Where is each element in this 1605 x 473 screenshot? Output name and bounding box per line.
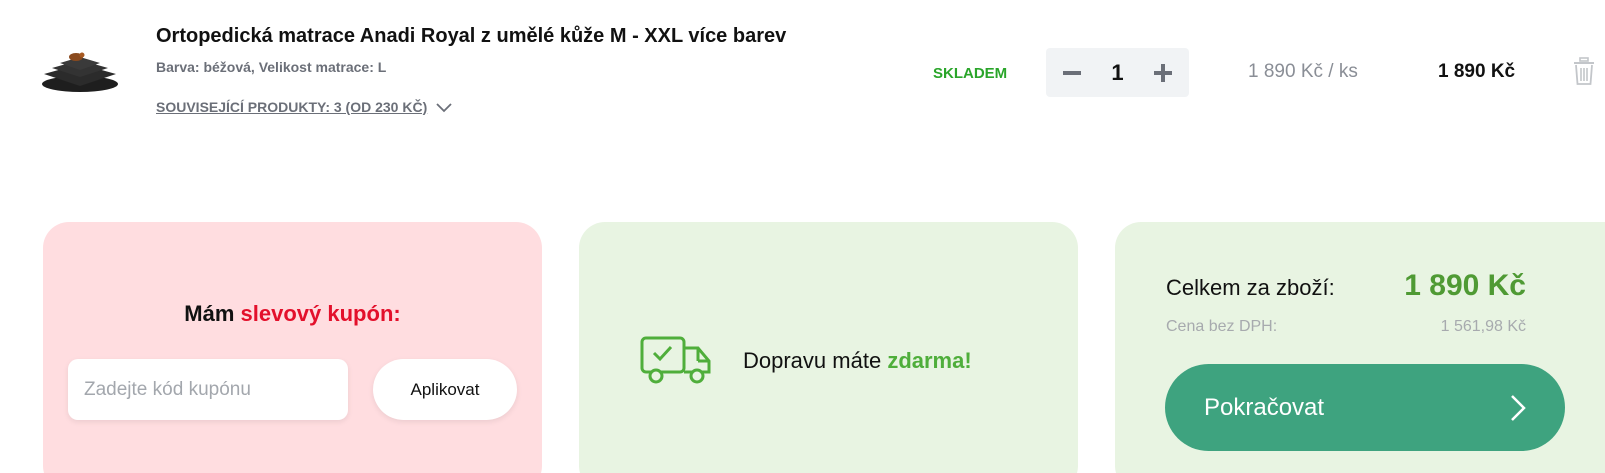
related-products-toggle[interactable]: SOUVISEJÍCÍ PRODUKTY: 3 (OD 230 KČ) — [156, 99, 453, 115]
stock-status: SKLADEM — [933, 65, 1008, 82]
decrease-quantity-button[interactable] — [1060, 61, 1084, 85]
price-without-vat-value: 1 561,98 Kč — [1440, 318, 1526, 335]
coupon-code-input[interactable] — [68, 359, 348, 420]
total-value: 1 890 Kč — [1404, 269, 1526, 302]
unit-price-value: 1 890 Kč — [1248, 61, 1323, 82]
shipping-panel: Dopravu máte zdarma! — [579, 222, 1078, 473]
coupon-panel: Mám slevový kupón: Aplikovat — [43, 222, 542, 473]
cart-page: Ortopedická matrace Anadi Royal z umělé … — [0, 0, 1605, 473]
related-products-label: SOUVISEJÍCÍ PRODUKTY: 3 (OD 230 KČ) — [156, 99, 428, 115]
apply-coupon-button[interactable]: Aplikovat — [373, 359, 517, 420]
product-title[interactable]: Ortopedická matrace Anadi Royal z umělé … — [156, 25, 786, 48]
trash-icon[interactable] — [1572, 57, 1596, 85]
continue-button[interactable]: Pokračovat — [1165, 364, 1565, 451]
unit-price: 1 890 Kč / ks — [1248, 61, 1358, 83]
unit-price-suffix: / ks — [1328, 61, 1358, 82]
plus-icon — [1154, 63, 1172, 82]
free-shipping-accent: zdarma! — [887, 348, 972, 373]
line-total: 1 890 Kč — [1438, 61, 1516, 82]
product-variant: Barva: béžová, Velikost matrace: L — [156, 59, 387, 75]
price-without-vat-label: Cena bez DPH: — [1166, 318, 1278, 335]
product-thumbnail[interactable] — [40, 44, 120, 96]
chevron-down-icon — [436, 103, 452, 113]
quantity-value[interactable]: 1 — [1111, 60, 1123, 86]
minus-icon — [1063, 70, 1081, 75]
total-label: Celkem za zboží: — [1166, 275, 1335, 300]
quantity-stepper: 1 — [1046, 48, 1189, 97]
coupon-heading-prefix: Mám — [184, 301, 235, 326]
continue-label: Pokračovat — [1204, 393, 1325, 421]
coupon-heading-accent: slevový kupón: — [240, 301, 401, 326]
increase-quantity-button[interactable] — [1151, 61, 1175, 85]
delivery-truck-icon — [640, 336, 711, 384]
order-summary-panel: Celkem za zboží: 1 890 Kč Cena bez DPH: … — [1115, 222, 1605, 473]
coupon-heading: Mám slevový kupón: — [43, 301, 542, 327]
free-shipping-prefix: Dopravu máte — [743, 348, 882, 373]
free-shipping-text: Dopravu máte zdarma! — [743, 348, 972, 374]
chevron-right-icon — [1511, 394, 1526, 421]
